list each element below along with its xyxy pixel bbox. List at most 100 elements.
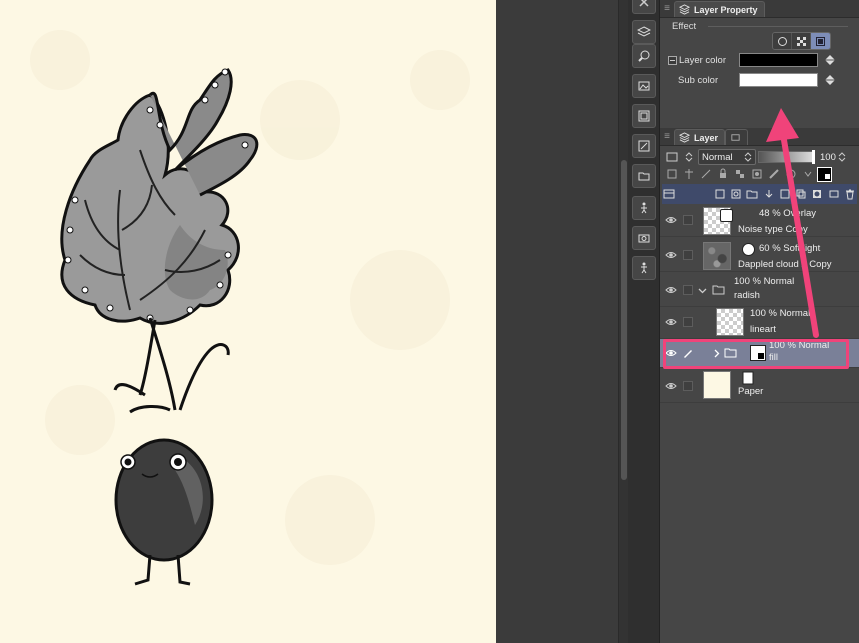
clip-icon[interactable] — [664, 167, 679, 182]
tab-search-layer[interactable] — [725, 129, 749, 145]
reference-icon[interactable] — [681, 167, 696, 182]
image-frame-icon[interactable] — [632, 104, 656, 128]
merge-icon[interactable] — [778, 187, 792, 202]
layer-thumbnail — [716, 308, 744, 336]
layer-property-icon — [679, 4, 690, 15]
search-layer-icon — [731, 134, 740, 141]
tool-strip — [628, 0, 660, 643]
layer-thumbnail — [703, 242, 731, 270]
layer-name: lineart — [750, 324, 776, 335]
checker-mode-icon[interactable] — [792, 33, 811, 49]
layer-color-mode-icon[interactable] — [811, 33, 830, 49]
layer-mode: 100 % Normal — [750, 308, 811, 319]
eye-icon[interactable] — [665, 285, 677, 295]
layers-stack-icon[interactable] — [632, 20, 656, 44]
drawing-canvas[interactable] — [0, 0, 496, 643]
panel-menu-icon[interactable]: ≡ — [660, 0, 674, 17]
camera-icon[interactable] — [632, 226, 656, 250]
palette-color-icon[interactable] — [783, 167, 798, 182]
mask-add-icon[interactable] — [810, 187, 824, 202]
layer-name: radish — [734, 290, 760, 301]
folder-open-icon — [712, 285, 725, 295]
folder-row[interactable]: 100 % Normal radish — [660, 273, 859, 307]
duplicate-icon[interactable] — [794, 187, 808, 202]
blend-mode-value: Normal — [702, 151, 733, 163]
scrollbar-thumb[interactable] — [621, 160, 627, 480]
selected-layer-highlight — [663, 339, 849, 369]
canvas-gutter — [496, 0, 618, 643]
layer-color-checkbox[interactable] — [668, 56, 677, 65]
tab-layer-property[interactable]: Layer Property — [674, 1, 765, 17]
layer-color-label: Layer color — [679, 55, 726, 66]
layer-lock-toggle[interactable] — [683, 250, 693, 260]
close-icon[interactable] — [632, 0, 656, 14]
layer-type-icon[interactable] — [664, 150, 679, 165]
effect-layer-icon — [720, 209, 733, 222]
sub-color-label: Sub color — [678, 75, 719, 86]
sub-color-row: Sub color — [678, 75, 718, 86]
effect-mode-selector — [772, 32, 831, 50]
ruler-icon[interactable] — [766, 167, 781, 182]
panel-menu-icon[interactable]: ≡ — [660, 127, 674, 145]
layer-color-row: Layer color — [668, 55, 726, 66]
lock-transparent-icon[interactable] — [732, 167, 747, 182]
folder-icon[interactable] — [632, 164, 656, 188]
layer-color-toggle-icon[interactable] — [817, 166, 832, 182]
layer-lock-toggle[interactable] — [683, 317, 693, 327]
layer-mode: 60 % Soft light — [759, 243, 821, 254]
layer-name: Dappled cloud 2 Copy — [738, 259, 832, 270]
paint-bucket-icon[interactable] — [822, 52, 838, 68]
layer-lock-toggle[interactable] — [683, 215, 693, 225]
layer-options-row — [664, 164, 855, 184]
draft-icon[interactable] — [698, 167, 713, 182]
new-raster-layer-icon[interactable] — [713, 187, 727, 202]
new-folder-icon[interactable] — [745, 187, 759, 202]
eye-icon[interactable] — [665, 317, 677, 327]
opacity-stepper-icon[interactable] — [838, 152, 846, 162]
circle-mode-icon[interactable] — [773, 33, 792, 49]
layer-row[interactable]: 60 % Soft light Dappled cloud 2 Copy — [660, 238, 859, 272]
layer-row[interactable]: Paper — [660, 369, 859, 403]
tab-layer[interactable]: Layer — [674, 129, 726, 145]
paint-bucket-icon[interactable] — [822, 72, 838, 88]
blend-mode-select[interactable]: Normal — [698, 149, 756, 165]
paper-layer-icon — [742, 371, 754, 385]
new-layer-row — [662, 184, 857, 204]
transfer-down-icon[interactable] — [761, 187, 775, 202]
image-icon[interactable] — [632, 74, 656, 98]
chevron-down-icon[interactable] — [698, 286, 707, 295]
layer-row[interactable]: 48 % Overlay Noise type Copy — [660, 203, 859, 237]
vertical-scrollbar[interactable] — [618, 0, 628, 643]
tab-label: Layer — [694, 132, 719, 143]
layer-color-swatch[interactable] — [739, 53, 818, 67]
transform-icon[interactable] — [632, 134, 656, 158]
eye-icon[interactable] — [665, 215, 677, 225]
sub-color-swatch[interactable] — [739, 73, 818, 87]
eye-icon[interactable] — [665, 381, 677, 391]
layer-lock-toggle[interactable] — [683, 381, 693, 391]
opacity-slider[interactable] — [758, 150, 815, 164]
trash-icon[interactable] — [843, 187, 857, 202]
layer-panel-header: ≡ Layer — [660, 128, 859, 146]
panel-toggle-icon[interactable] — [662, 187, 676, 202]
layers-icon — [679, 132, 690, 143]
eye-icon[interactable] — [665, 250, 677, 260]
layer-property-header: ≡ Layer Property — [660, 0, 859, 18]
layer-name: Paper — [738, 386, 764, 397]
opacity-slider-knob[interactable] — [812, 150, 815, 164]
layer-row[interactable]: 100 % Normal lineart — [660, 305, 859, 339]
layer-thumbnail — [703, 371, 731, 399]
new-vector-layer-icon[interactable] — [729, 187, 743, 202]
figure-icon[interactable] — [632, 196, 656, 220]
mask-icon[interactable] — [749, 167, 764, 182]
divider — [708, 26, 848, 27]
layer-lock-toggle[interactable] — [683, 285, 693, 295]
clear-icon[interactable] — [826, 187, 840, 202]
chevron-updown-icon[interactable] — [681, 150, 696, 165]
brush-icon[interactable] — [632, 44, 656, 68]
lock-icon[interactable] — [715, 167, 730, 182]
chevron-down-icon[interactable] — [800, 167, 815, 182]
figure-alt-icon[interactable] — [632, 256, 656, 280]
layer-name: Noise type Copy — [738, 224, 808, 235]
opacity-value[interactable]: 100 — [820, 152, 836, 163]
